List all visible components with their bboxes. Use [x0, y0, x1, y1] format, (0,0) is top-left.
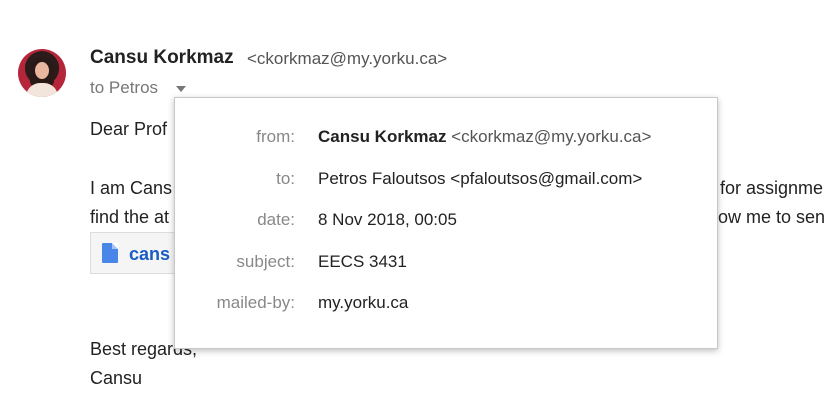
- details-row-mailed-by: mailed-by: my.yorku.ca: [175, 293, 719, 317]
- details-row-to: to: Petros Faloutsos <pfaloutsos@gmail.c…: [175, 169, 719, 193]
- details-value: Petros Faloutsos <pfaloutsos@gmail.com>: [318, 169, 643, 188]
- details-label: subject:: [236, 252, 295, 271]
- recipients-summary: to Petros: [90, 78, 159, 97]
- attachment-name[interactable]: cans: [129, 244, 170, 265]
- avatar-body: [26, 83, 58, 97]
- details-label: from:: [256, 127, 295, 146]
- avatar[interactable]: [18, 49, 66, 97]
- details-row-subject: subject: EECS 3431: [175, 252, 719, 276]
- details-from-name: Cansu Korkmaz: [318, 127, 447, 146]
- details-value: 8 Nov 2018, 00:05: [318, 210, 457, 229]
- body-greeting: Dear Prof: [90, 119, 168, 139]
- body-line: find the at: [90, 207, 170, 227]
- body-signature: Cansu: [90, 368, 143, 388]
- details-label: mailed-by:: [216, 293, 295, 312]
- email-view: Cansu Korkmaz <ckorkmaz@my.yorku.ca> to …: [0, 0, 826, 409]
- body-line-fragment: ow me to sen: [718, 207, 826, 227]
- details-label: date:: [257, 210, 295, 229]
- message-details-popup: from: Cansu Korkmaz <ckorkmaz@my.yorku.c…: [174, 97, 718, 349]
- details-value: EECS 3431: [318, 252, 407, 271]
- details-value: my.yorku.ca: [318, 293, 409, 312]
- sender-name[interactable]: Cansu Korkmaz: [90, 47, 234, 69]
- document-icon: [102, 243, 118, 263]
- avatar-face: [35, 62, 49, 79]
- details-label: to:: [276, 169, 295, 188]
- details-value: Cansu Korkmaz <ckorkmaz@my.yorku.ca>: [318, 127, 651, 147]
- body-line-fragment: for assignme: [720, 178, 824, 198]
- show-details-caret-icon[interactable]: [176, 86, 186, 92]
- details-row-from: from: Cansu Korkmaz <ckorkmaz@my.yorku.c…: [175, 127, 719, 151]
- details-from-email: <ckorkmaz@my.yorku.ca>: [451, 127, 652, 146]
- sender-email: <ckorkmaz@my.yorku.ca>: [247, 49, 448, 68]
- body-line: I am Cans: [90, 178, 173, 198]
- details-row-date: date: 8 Nov 2018, 00:05: [175, 210, 719, 234]
